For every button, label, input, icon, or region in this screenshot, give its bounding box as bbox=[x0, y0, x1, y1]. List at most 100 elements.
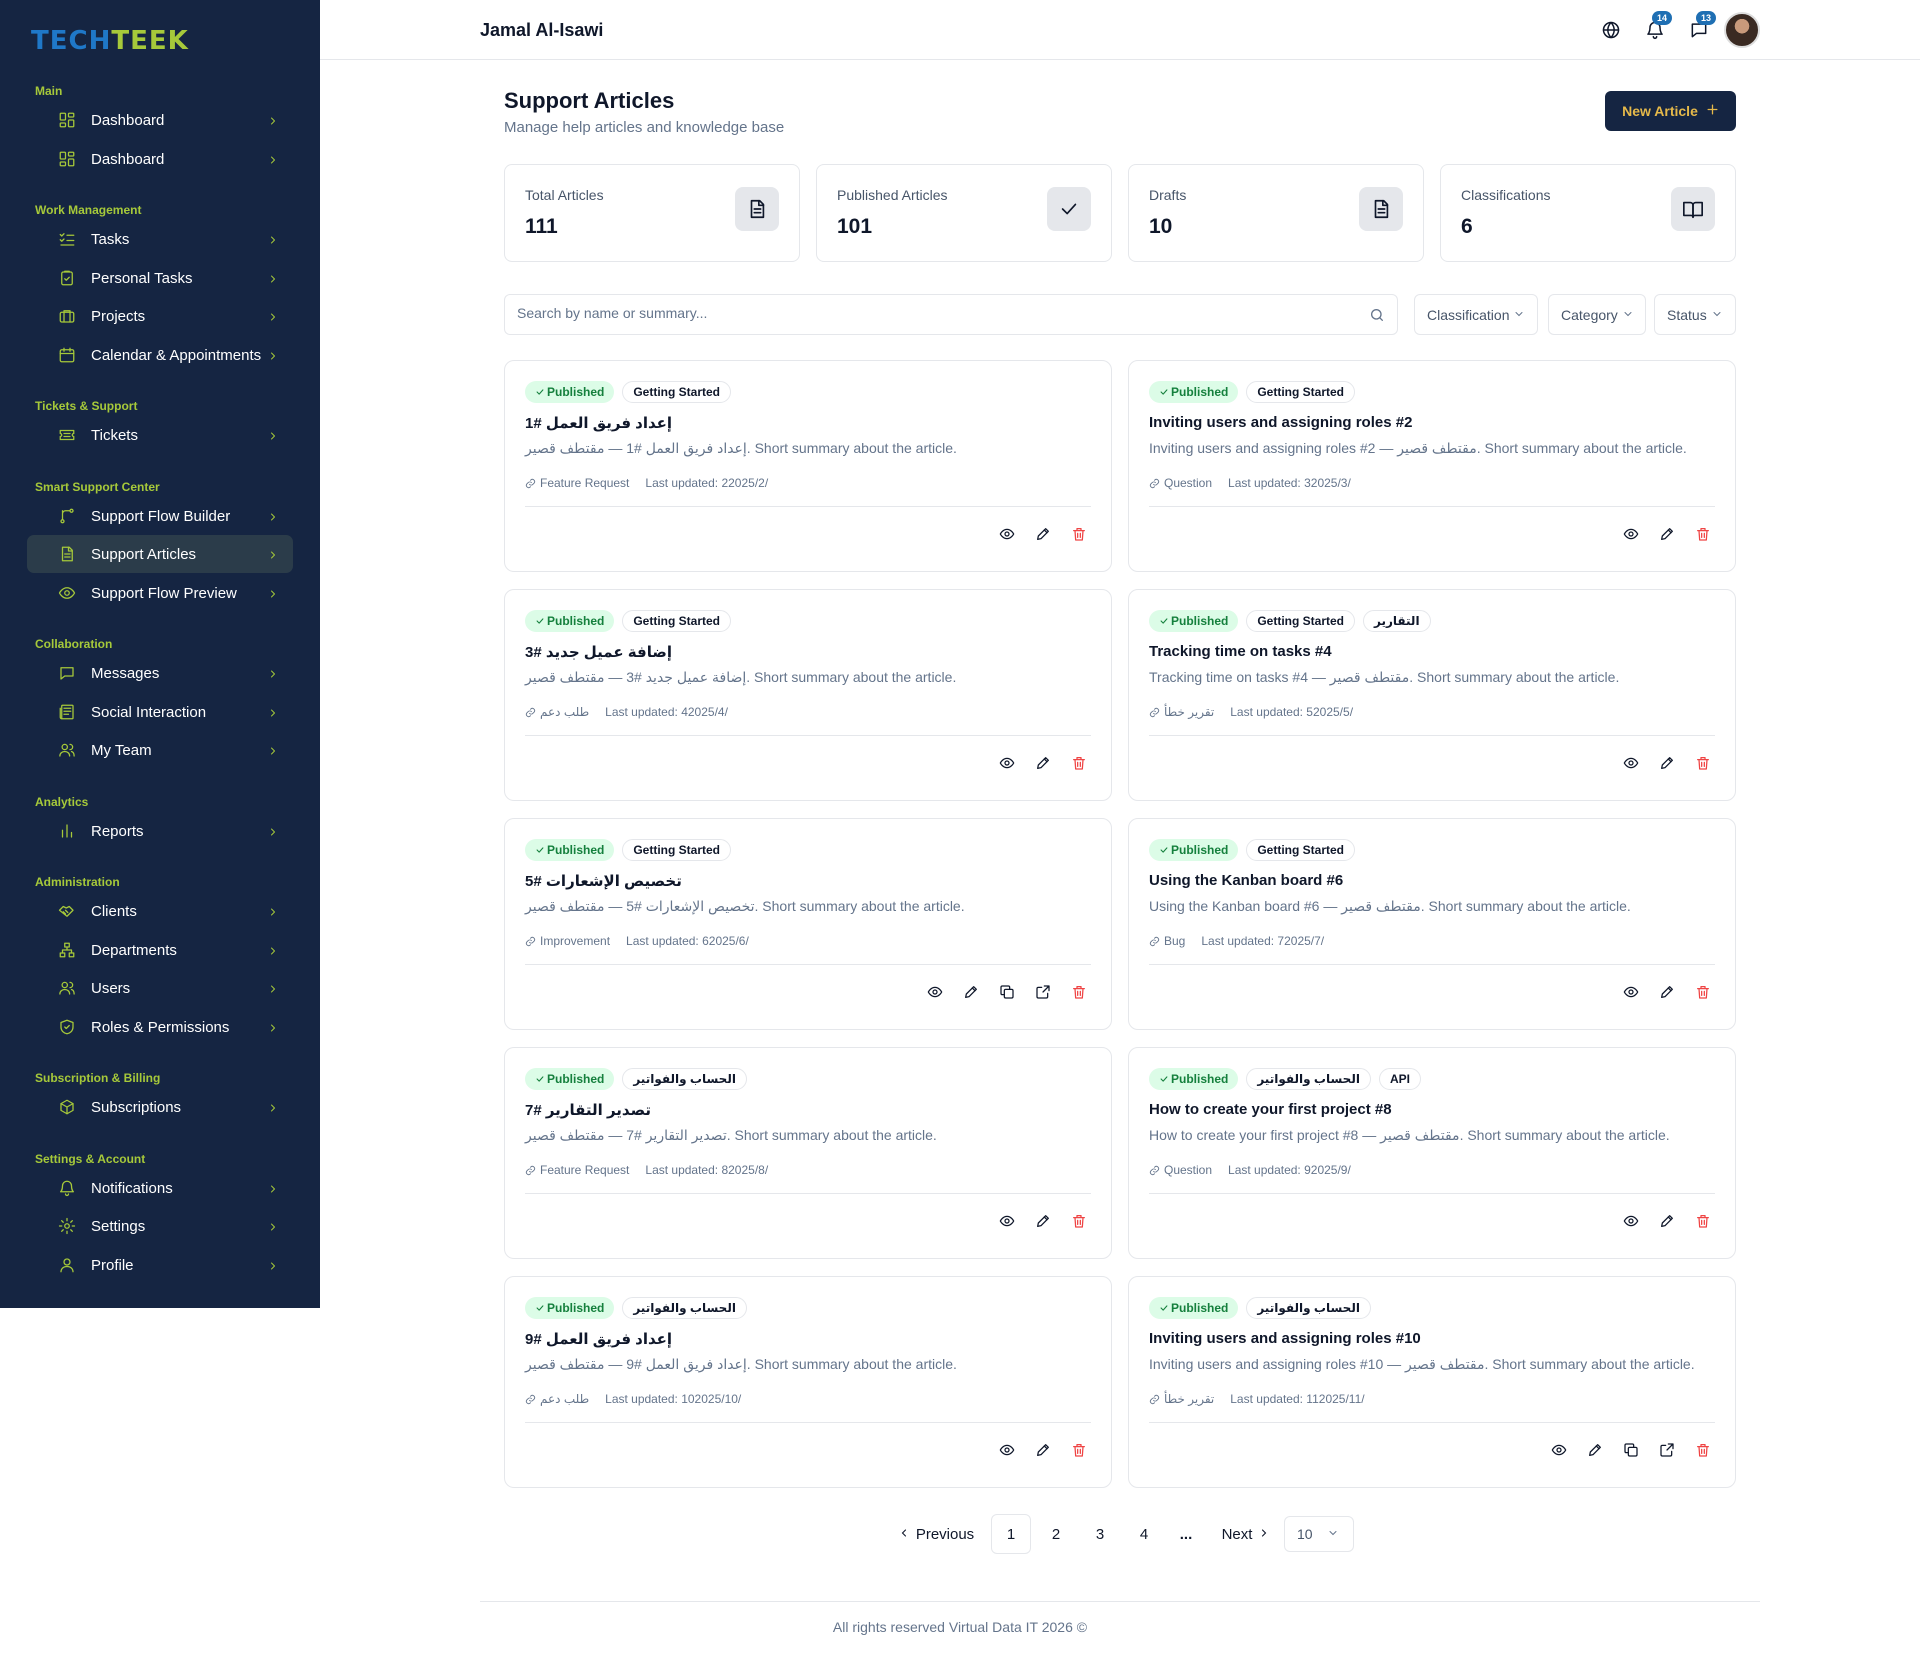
brand-logo-part1: TECH bbox=[31, 26, 112, 56]
trash-icon[interactable] bbox=[1695, 526, 1711, 542]
article-title[interactable]: Tracking time on tasks #4 bbox=[1149, 643, 1332, 660]
trash-icon[interactable] bbox=[1695, 755, 1711, 771]
page-3-button[interactable]: 3 bbox=[1080, 1514, 1120, 1554]
sidebar-item-departments[interactable]: Departments bbox=[27, 931, 293, 969]
search-input[interactable] bbox=[517, 305, 1357, 321]
article-card[interactable]: Published Getting Started Using the Kanban… bbox=[1128, 818, 1736, 1030]
article-title[interactable]: إضافة عميل جديد #3 bbox=[525, 643, 672, 661]
sidebar-item-tasks[interactable]: Tasks bbox=[27, 220, 293, 258]
sidebar-item-profile[interactable]: Profile bbox=[27, 1246, 293, 1284]
trash-icon[interactable] bbox=[1695, 1442, 1711, 1458]
sidebar-item-clients[interactable]: Clients bbox=[27, 892, 293, 930]
article-card[interactable]: Published Getting Started Inviting users a… bbox=[1128, 360, 1736, 572]
pencil-icon[interactable] bbox=[963, 984, 979, 1000]
sidebar-item-roles-permissions[interactable]: Roles & Permissions bbox=[27, 1008, 293, 1046]
article-card[interactable]: Published Getting Started إعداد فريق العمل… bbox=[504, 360, 1112, 572]
external-link-icon[interactable] bbox=[1659, 1442, 1675, 1458]
sidebar-item-projects[interactable]: Projects bbox=[27, 297, 293, 335]
eye-icon[interactable] bbox=[1623, 526, 1639, 542]
sidebar-item-social-interaction[interactable]: Social Interaction bbox=[27, 693, 293, 731]
eye-icon[interactable] bbox=[927, 984, 943, 1000]
sidebar-item-dashboard[interactable]: Dashboard bbox=[27, 140, 293, 178]
copy-icon[interactable] bbox=[999, 984, 1015, 1000]
category-filter[interactable]: Category bbox=[1548, 294, 1646, 335]
search-icon[interactable] bbox=[1369, 307, 1385, 323]
article-card[interactable]: Published الحساب والفواتير تصدير التقارير … bbox=[504, 1047, 1112, 1259]
sidebar-item-subscriptions[interactable]: Subscriptions bbox=[27, 1088, 293, 1126]
new-article-button[interactable]: New Article bbox=[1605, 91, 1736, 131]
pencil-icon[interactable] bbox=[1035, 755, 1051, 771]
article-title[interactable]: تصدير التقارير #7 bbox=[525, 1101, 651, 1119]
previous-button[interactable]: Previous bbox=[896, 1514, 976, 1554]
sidebar-item-support-articles[interactable]: Support Articles bbox=[27, 535, 293, 573]
sidebar-item-reports[interactable]: Reports bbox=[27, 812, 293, 850]
article-card[interactable]: Published الحساب والفواتير API How to creat… bbox=[1128, 1047, 1736, 1259]
category-tag: الحساب والفواتير bbox=[622, 1297, 747, 1319]
sidebar-item-tickets[interactable]: Tickets bbox=[27, 416, 293, 454]
page-1-button[interactable]: 1 bbox=[991, 1514, 1031, 1554]
sidebar-item-calendar-appointments[interactable]: Calendar & Appointments bbox=[27, 336, 293, 374]
category-tag: API bbox=[1378, 1068, 1421, 1090]
sidebar-item-support-flow-preview[interactable]: Support Flow Preview bbox=[27, 574, 293, 612]
sidebar-item-my-team[interactable]: My Team bbox=[27, 731, 293, 769]
avatar[interactable] bbox=[1724, 12, 1760, 48]
article-card[interactable]: Published Getting Started إضافة عميل جديد … bbox=[504, 589, 1112, 801]
status-filter-label: Status bbox=[1667, 306, 1707, 323]
pencil-icon[interactable] bbox=[1587, 1442, 1603, 1458]
article-title[interactable]: إعداد فريق العمل #1 bbox=[525, 414, 672, 432]
copy-icon[interactable] bbox=[1623, 1442, 1639, 1458]
sidebar-item-settings[interactable]: Settings bbox=[27, 1207, 293, 1245]
per-page-select[interactable]: 10 bbox=[1284, 1516, 1354, 1552]
external-link-icon[interactable] bbox=[1035, 984, 1051, 1000]
pencil-icon[interactable] bbox=[1659, 526, 1675, 542]
eye-icon[interactable] bbox=[1623, 1213, 1639, 1229]
sidebar-item-dashboard[interactable]: Dashboard bbox=[27, 101, 293, 139]
article-title[interactable]: تخصيص الإشعارات #5 bbox=[525, 872, 682, 890]
trash-icon[interactable] bbox=[1071, 984, 1087, 1000]
trash-icon[interactable] bbox=[1071, 1442, 1087, 1458]
sidebar-item-notifications[interactable]: Notifications bbox=[27, 1169, 293, 1207]
stat-label: Drafts bbox=[1149, 187, 1187, 203]
article-title[interactable]: إعداد فريق العمل #9 bbox=[525, 1330, 672, 1348]
classification-filter[interactable]: Classification bbox=[1414, 294, 1538, 335]
page-2-button[interactable]: 2 bbox=[1036, 1514, 1076, 1554]
chevron-right-icon bbox=[267, 153, 279, 165]
article-title[interactable]: Using the Kanban board #6 bbox=[1149, 872, 1343, 889]
pencil-icon[interactable] bbox=[1659, 755, 1675, 771]
eye-icon[interactable] bbox=[1623, 984, 1639, 1000]
brand-logo[interactable]: TECHTEEK bbox=[31, 26, 189, 56]
trash-icon[interactable] bbox=[1071, 1213, 1087, 1229]
eye-icon[interactable] bbox=[999, 1213, 1015, 1229]
article-title[interactable]: How to create your first project #8 bbox=[1149, 1101, 1392, 1118]
user-name: Jamal Al-Isawi bbox=[480, 20, 604, 40]
trash-icon[interactable] bbox=[1071, 755, 1087, 771]
pencil-icon[interactable] bbox=[1035, 526, 1051, 542]
eye-icon[interactable] bbox=[1551, 1442, 1567, 1458]
next-button[interactable]: Next bbox=[1218, 1514, 1274, 1554]
status-filter[interactable]: Status bbox=[1654, 294, 1736, 335]
article-card[interactable]: Published الحساب والفواتير إعداد فريق العم… bbox=[504, 1276, 1112, 1488]
card-divider bbox=[525, 735, 1091, 736]
eye-icon[interactable] bbox=[1623, 755, 1639, 771]
eye-icon[interactable] bbox=[999, 755, 1015, 771]
pencil-icon[interactable] bbox=[1659, 1213, 1675, 1229]
trash-icon[interactable] bbox=[1695, 1213, 1711, 1229]
sidebar-item-messages[interactable]: Messages bbox=[27, 654, 293, 692]
article-card[interactable]: Published Getting Started تخصيص الإشعارات … bbox=[504, 818, 1112, 1030]
sidebar-item-personal-tasks[interactable]: Personal Tasks bbox=[27, 259, 293, 297]
eye-icon[interactable] bbox=[999, 526, 1015, 542]
article-card[interactable]: Published الحساب والفواتير Inviting users … bbox=[1128, 1276, 1736, 1488]
article-card[interactable]: Published Getting Started التقارير Tracking… bbox=[1128, 589, 1736, 801]
sidebar-item-users[interactable]: Users bbox=[27, 969, 293, 1007]
pencil-icon[interactable] bbox=[1035, 1213, 1051, 1229]
article-title[interactable]: Inviting users and assigning roles #10 bbox=[1149, 1330, 1421, 1347]
pencil-icon[interactable] bbox=[1035, 1442, 1051, 1458]
trash-icon[interactable] bbox=[1071, 526, 1087, 542]
eye-icon[interactable] bbox=[999, 1442, 1015, 1458]
article-title[interactable]: Inviting users and assigning roles #2 bbox=[1149, 414, 1412, 431]
trash-icon[interactable] bbox=[1695, 984, 1711, 1000]
pencil-icon[interactable] bbox=[1659, 984, 1675, 1000]
sidebar-item-support-flow-builder[interactable]: Support Flow Builder bbox=[27, 497, 293, 535]
page-4-button[interactable]: 4 bbox=[1124, 1514, 1164, 1554]
globe-icon[interactable] bbox=[1601, 20, 1621, 40]
